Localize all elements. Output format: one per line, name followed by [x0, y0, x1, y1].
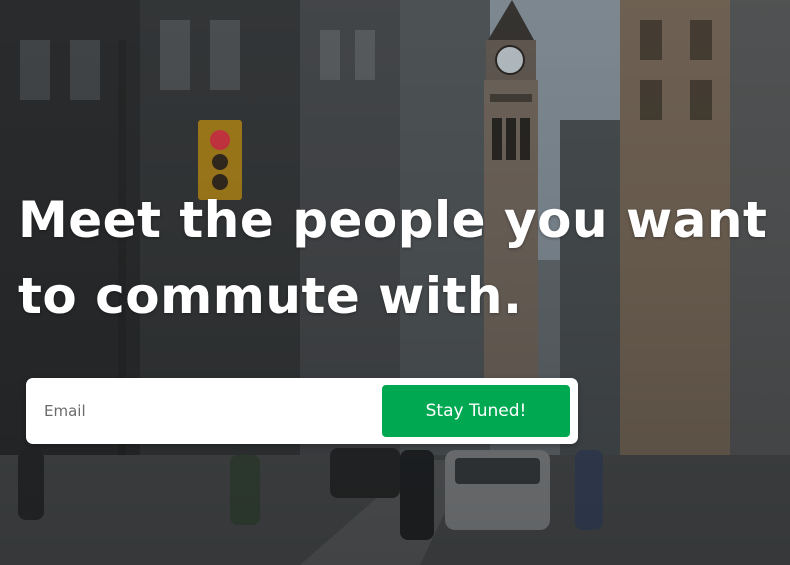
hero-headline-line-2: to commute with.	[18, 267, 523, 325]
hero-section: Meet the people you want to commute with…	[0, 0, 790, 565]
email-signup-form: Stay Tuned!	[26, 378, 578, 444]
stay-tuned-button[interactable]: Stay Tuned!	[382, 385, 570, 437]
email-input[interactable]	[32, 388, 396, 434]
hero-headline: Meet the people you want to commute with…	[18, 182, 778, 334]
hero-headline-line-1: Meet the people you want	[18, 191, 768, 249]
